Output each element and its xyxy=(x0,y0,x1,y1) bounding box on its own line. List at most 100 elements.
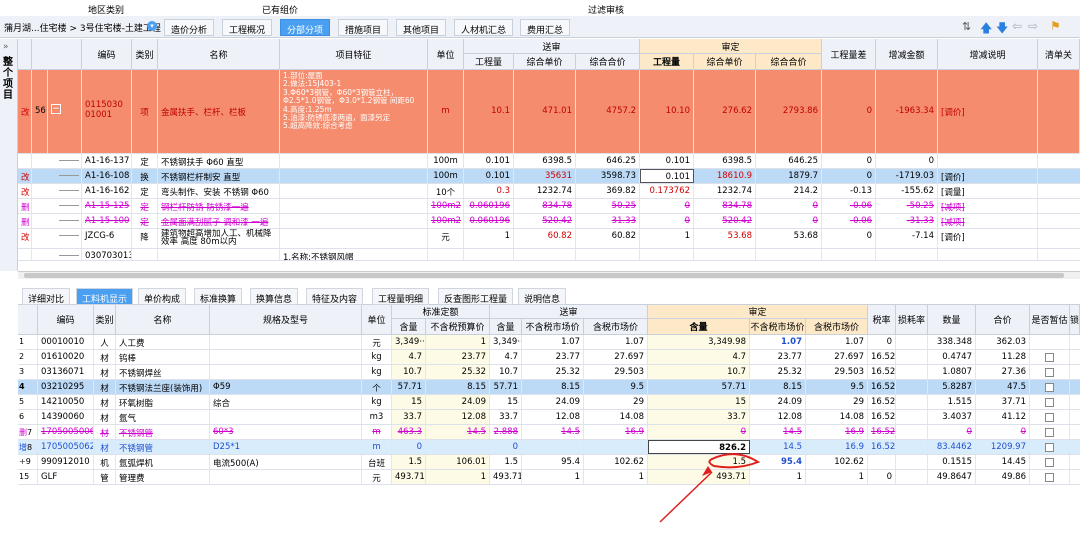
audit-price[interactable]: 520.42 xyxy=(694,214,756,228)
send-qty[interactable]: 0.060196 xyxy=(464,199,514,213)
audit-market[interactable]: 1.07 xyxy=(750,335,806,349)
audit-market[interactable]: 12.08 xyxy=(750,410,806,424)
audit-market[interactable]: 14.5 xyxy=(750,425,806,439)
audit-qty[interactable]: 4.7 xyxy=(648,350,750,364)
quota-name[interactable]: 不锈钢扶手 Φ60 直型 xyxy=(158,154,280,168)
region-category-label[interactable]: 地区类别 xyxy=(88,3,124,16)
whole-project-label[interactable]: 整个项目 xyxy=(3,57,15,101)
tab-sub-items[interactable]: 分部分项 xyxy=(280,19,331,36)
tab-other-items[interactable]: 其他项目 xyxy=(396,19,447,36)
audit-market[interactable]: 24.09 xyxy=(750,395,806,409)
existing-pricing-label[interactable]: 已有组价 xyxy=(262,3,298,16)
is-temp-checkbox[interactable] xyxy=(1045,428,1054,437)
send-qty[interactable]: 0.101 xyxy=(464,169,514,183)
col2-send-qty[interactable]: 含量 xyxy=(490,319,522,335)
material-row[interactable]: 3 03136071 材不锈钢焊丝 kg 10.7 25.32 10.7 25.32 29.50… xyxy=(18,365,1080,380)
col2-quota-price[interactable]: 不含税预算价 xyxy=(426,319,490,335)
audit-qty[interactable]: 0 xyxy=(640,199,694,213)
filter-audit-label[interactable]: 过滤审核 xyxy=(588,3,624,16)
tab-project-overview[interactable]: 工程概况 xyxy=(222,19,273,36)
breadcrumb[interactable]: 蒲月湖...住宅楼 > 3号住宅楼-土建工程 xyxy=(4,21,161,34)
audit-qty[interactable]: 1 xyxy=(640,229,694,248)
col-clear[interactable]: 清单关 xyxy=(1038,39,1080,70)
send-qty[interactable]: 1 xyxy=(464,229,514,248)
audit-market[interactable]: 8.15 xyxy=(750,380,806,394)
move-down-icon[interactable]: 🡇 xyxy=(996,19,1008,40)
audit-market[interactable]: 14.5 xyxy=(750,440,806,454)
quota-row[interactable]: 删 A1-15-100 定金属面满刮腻子 调和漆 一遍 100m2 0.060196 52… xyxy=(18,214,1080,229)
col2-quota-qty[interactable]: 含量 xyxy=(392,319,426,335)
quota-name[interactable]: 金属面满刮腻子 调和漆 一遍 xyxy=(158,214,280,228)
horizontal-scrollbar[interactable] xyxy=(18,271,1080,279)
quota-qty[interactable]: 493.71 xyxy=(392,470,426,484)
col-type[interactable]: 类别 xyxy=(132,39,158,70)
quota-name[interactable]: 弯头制作、安装 不锈钢 Φ60 xyxy=(158,184,280,198)
sort-icon[interactable]: ⇅ xyxy=(962,20,971,33)
col2-amount[interactable]: 数量 xyxy=(928,305,976,335)
col2-loss-rate[interactable]: 损耗率 xyxy=(896,305,928,335)
audit-price[interactable] xyxy=(694,249,756,260)
col2-unit[interactable]: 单位 xyxy=(362,305,392,335)
detail-tab-8[interactable]: 说明信息 xyxy=(518,288,567,305)
material-row[interactable]: 6 14390060 材氩气 m3 33.7 12.08 33.7 12.08 14.08 33.… xyxy=(18,410,1080,425)
detail-tab-2[interactable]: 单价构成 xyxy=(138,288,187,305)
audit-price[interactable]: 18610.9 xyxy=(694,169,756,183)
audit-tax[interactable]: 14.08 xyxy=(806,410,868,424)
audit-tax[interactable]: 9.5 xyxy=(806,380,868,394)
audit-market[interactable]: 25.32 xyxy=(750,365,806,379)
is-temp-checkbox[interactable] xyxy=(1045,473,1054,482)
quota-row[interactable]: 改 JZCG-6 降建筑物超高增加人工、机械降效率 高度 80m以内元 1 60.82 6… xyxy=(18,229,1080,249)
move-up-icon[interactable]: 🡅 xyxy=(980,19,992,40)
is-temp-checkbox[interactable] xyxy=(1045,413,1054,422)
send-qty[interactable]: 10.1 xyxy=(464,70,514,153)
send-qty[interactable]: 0.060196 xyxy=(464,214,514,228)
col2-audit-tax[interactable]: 含税市场价 xyxy=(806,319,868,335)
audit-qty[interactable]: 33.7 xyxy=(648,410,750,424)
col2-spec[interactable]: 规格及型号 xyxy=(210,305,362,335)
tab-labor-material-summary[interactable]: 人材机汇总 xyxy=(454,19,514,36)
quota-row[interactable]: 030703013001 1.名称:不锈钢风帽 xyxy=(18,249,1080,261)
audit-qty[interactable] xyxy=(640,249,694,260)
quota-qty[interactable]: 1.5 xyxy=(392,455,426,469)
expand-toggle[interactable]: − xyxy=(48,70,82,153)
col2-name[interactable]: 名称 xyxy=(116,305,210,335)
quota-name[interactable]: 钢栏杆防锈 防锈漆一遍 xyxy=(158,199,280,213)
is-temp-checkbox[interactable] xyxy=(1045,353,1054,362)
is-temp-checkbox[interactable] xyxy=(1045,443,1054,452)
audit-tax[interactable]: 16.9 xyxy=(806,440,868,454)
quota-qty[interactable]: 10.7 xyxy=(392,365,426,379)
is-temp-checkbox[interactable] xyxy=(1045,383,1054,392)
detail-tab-4[interactable]: 换算信息 xyxy=(250,288,299,305)
material-row[interactable]: 删717050050061材不锈钢管60*3m463.314.52.88814.… xyxy=(18,425,1080,440)
material-row[interactable]: 100010010人人工费元3,349···13,349···1.071.073… xyxy=(18,335,1080,350)
quota-name[interactable]: 不锈钢栏杆制安 直型 xyxy=(158,169,280,183)
send-qty[interactable]: 0.3 xyxy=(464,184,514,198)
col2-audit-market[interactable]: 不含税市场价 xyxy=(750,319,806,335)
audit-qty[interactable]: 1.5 xyxy=(648,455,750,469)
audit-qty[interactable]: 826.2 xyxy=(648,440,750,454)
arrow-left-icon[interactable]: ⇦ xyxy=(1012,19,1022,33)
quota-row[interactable]: A1-16-137 定不锈钢扶手 Φ60 直型 100m 0.101 6398.5 646… xyxy=(18,154,1080,169)
col2-send-market[interactable]: 不含税市场价 xyxy=(522,319,584,335)
send-qty[interactable] xyxy=(464,249,514,260)
chevron-down-icon[interactable]: ▾ xyxy=(147,21,157,31)
col-name[interactable]: 名称 xyxy=(158,39,280,70)
quota-qty[interactable]: 3,349··· xyxy=(392,335,426,349)
audit-qty[interactable]: 0.173762 xyxy=(640,184,694,198)
material-row[interactable]: 2 01610020 材钨棒 kg 4.7 23.77 4.7 23.77 27.697 4.7 2… xyxy=(18,350,1080,365)
collapse-tree-icon[interactable]: − xyxy=(51,104,61,114)
tab-fee-summary[interactable]: 费用汇总 xyxy=(520,19,571,36)
audit-tax[interactable]: 1.07 xyxy=(806,335,868,349)
col2-audit-qty[interactable]: 含量 xyxy=(648,319,750,335)
col-unit[interactable]: 单位 xyxy=(428,39,464,70)
scrollbar-thumb[interactable] xyxy=(24,273,1064,278)
tab-cost-analysis[interactable]: 造价分析 xyxy=(164,19,215,36)
detail-tab-5[interactable]: 特征及内容 xyxy=(306,288,364,305)
audit-tax[interactable]: 102.62 xyxy=(806,455,868,469)
audit-qty[interactable]: 0.101 xyxy=(640,169,694,183)
audit-price[interactable]: 834.78 xyxy=(694,199,756,213)
quota-row[interactable]: 改 A1-16-162 定弯头制作、安装 不锈钢 Φ60 10个 0.3 1232.74 3… xyxy=(18,184,1080,199)
col-incdec-amount[interactable]: 增减金额 xyxy=(876,39,938,70)
audit-qty[interactable]: 0 xyxy=(648,425,750,439)
col-send-price[interactable]: 综合单价 xyxy=(514,54,576,70)
